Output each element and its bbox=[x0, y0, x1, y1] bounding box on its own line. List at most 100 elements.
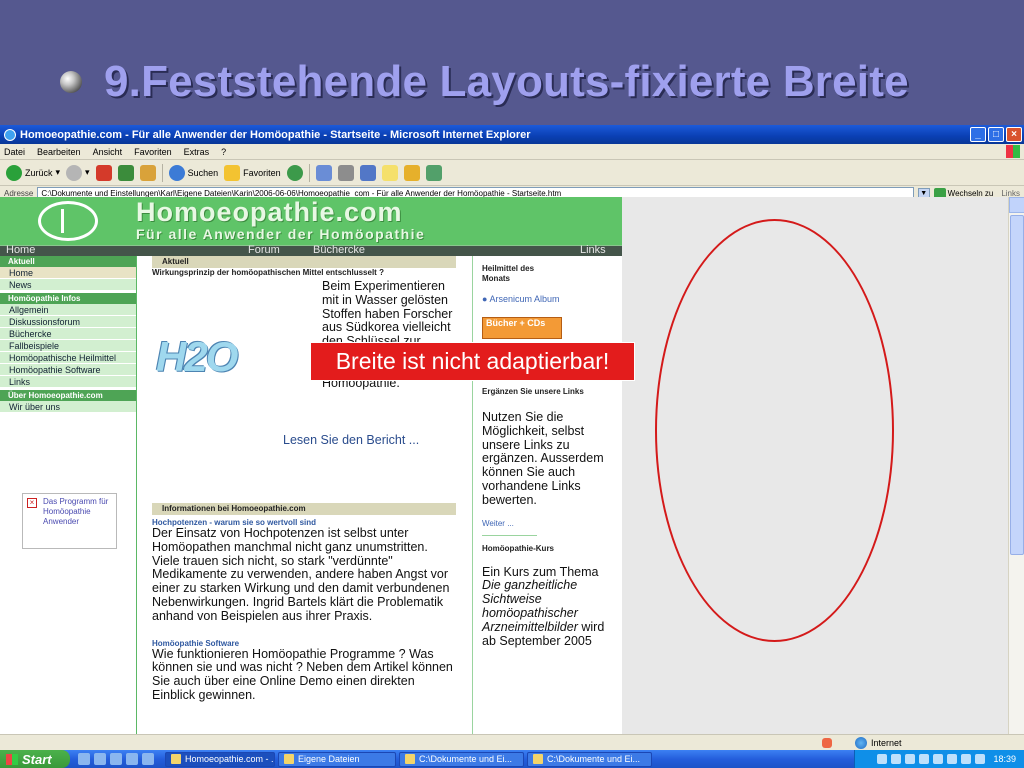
bullet-icon bbox=[60, 71, 82, 93]
research-icon[interactable] bbox=[403, 164, 420, 181]
print-icon[interactable] bbox=[337, 164, 354, 181]
taskbar-item-folder[interactable]: C:\Dokumente und Ei... bbox=[399, 751, 524, 767]
left-nav-news[interactable]: News bbox=[0, 279, 136, 291]
toolbar-separator bbox=[161, 163, 163, 182]
remedy-link[interactable]: ● Arsenicum Album bbox=[482, 294, 612, 305]
nav-section-head: Homöopathie Infos bbox=[0, 293, 136, 304]
close-button[interactable]: × bbox=[1006, 127, 1022, 142]
left-nav-home[interactable]: Home bbox=[0, 267, 136, 279]
missing-image-alt: Das Programm für Homöopathie Anwender bbox=[43, 497, 109, 526]
nav-forum[interactable]: Forum bbox=[248, 244, 280, 256]
main-column: Aktuell Wirkungsprinzip der homöopathisc… bbox=[152, 256, 456, 703]
quicklaunch-icon[interactable] bbox=[142, 753, 154, 765]
system-tray: 18:39 bbox=[854, 750, 1024, 768]
quicklaunch-icon[interactable] bbox=[78, 753, 90, 765]
maximize-button[interactable]: □ bbox=[988, 127, 1004, 142]
favorites-button[interactable]: Favoriten bbox=[224, 164, 281, 181]
teaser-link[interactable]: Lesen Sie den Bericht ... bbox=[283, 433, 419, 447]
quicklaunch-icon[interactable] bbox=[110, 753, 122, 765]
back-button[interactable]: Zurück ▾ bbox=[6, 164, 60, 181]
favorites-label: Favoriten bbox=[243, 167, 281, 178]
left-nav-wir-ueber-uns[interactable]: Wir über uns bbox=[0, 401, 136, 413]
folder-icon bbox=[284, 754, 294, 764]
ie-icon bbox=[171, 754, 181, 764]
buecher-banner[interactable]: Bücher + CDs bbox=[482, 317, 562, 339]
task-label: C:\Dokumente und Ei... bbox=[419, 754, 513, 764]
callout-box: Breite ist nicht adaptierbar! bbox=[310, 342, 635, 381]
tray-icon[interactable] bbox=[919, 754, 930, 764]
start-button[interactable]: Start bbox=[0, 750, 70, 768]
weiter-link[interactable]: Weiter ... bbox=[482, 518, 612, 529]
site-header: Homoeopathie.com Für alle Anwender der H… bbox=[0, 197, 622, 245]
nav-links[interactable]: Links bbox=[580, 244, 606, 256]
left-nav-diskussionsforum[interactable]: Diskussionsforum bbox=[0, 316, 136, 328]
taskbar-item-folder[interactable]: C:\Dokumente und Ei... bbox=[527, 751, 652, 767]
mail-icon[interactable] bbox=[315, 164, 332, 181]
home-icon[interactable] bbox=[139, 164, 156, 181]
kurs-text-a: Ein Kurs zum Thema bbox=[482, 564, 599, 579]
search-label: Suchen bbox=[187, 167, 219, 178]
menu-extras[interactable]: Extras bbox=[184, 147, 210, 157]
website: Homoeopathie.com Für alle Anwender der H… bbox=[0, 197, 622, 734]
highlight-ellipse bbox=[655, 219, 894, 642]
nav-home[interactable]: Home bbox=[6, 244, 35, 256]
scroll-up-button[interactable] bbox=[1009, 197, 1024, 213]
zone-label: Internet bbox=[871, 738, 902, 748]
menu-help[interactable]: ? bbox=[221, 147, 226, 157]
ie-icon bbox=[4, 128, 16, 141]
software-text: Wie funktionieren Homöopathie Programme … bbox=[152, 646, 453, 702]
minimize-button[interactable]: _ bbox=[970, 127, 986, 142]
history-icon[interactable] bbox=[286, 164, 303, 181]
box-heading-aktuell: Aktuell bbox=[152, 256, 456, 268]
forward-arrow-icon bbox=[66, 164, 83, 181]
menu-bearbeiten[interactable]: Bearbeiten bbox=[37, 147, 81, 157]
left-nav-heilmittel[interactable]: Homöopathische Heilmittel bbox=[0, 352, 136, 364]
left-nav-software[interactable]: Homöopathie Software bbox=[0, 364, 136, 376]
menu-datei[interactable]: Datei bbox=[4, 147, 25, 157]
messenger-icon[interactable] bbox=[425, 164, 442, 181]
menu-favoriten[interactable]: Favoriten bbox=[134, 147, 172, 157]
slide-title: 9.Feststehende Layouts-fixierte Breite bbox=[60, 52, 909, 112]
nav-section-head: Über Homoeopathie.com bbox=[0, 390, 136, 401]
tray-icon[interactable] bbox=[961, 754, 972, 764]
tray-icon[interactable] bbox=[905, 754, 916, 764]
box-heading-informationen: Informationen bei Homoeopathie.com bbox=[152, 503, 456, 515]
tray-icon[interactable] bbox=[975, 754, 986, 764]
clock[interactable]: 18:39 bbox=[993, 754, 1016, 764]
notes-icon[interactable] bbox=[381, 164, 398, 181]
nav-buechercke[interactable]: Büchercke bbox=[313, 244, 365, 256]
left-nav-links[interactable]: Links bbox=[0, 376, 136, 388]
left-nav-allgemein[interactable]: Allgemein bbox=[0, 304, 136, 316]
h2o-image: H2O bbox=[156, 333, 238, 380]
taskbar-item-ie[interactable]: Homoeopathie.com - ... bbox=[165, 751, 275, 767]
stop-icon[interactable] bbox=[95, 164, 112, 181]
tray-icon[interactable] bbox=[877, 754, 888, 764]
search-button[interactable]: Suchen bbox=[168, 164, 219, 181]
taskbar-item-folder[interactable]: Eigene Dateien bbox=[278, 751, 396, 767]
menu-ansicht[interactable]: Ansicht bbox=[93, 147, 123, 157]
forward-button[interactable]: ▾ bbox=[66, 164, 90, 181]
remedy-label: Arsenicum Album bbox=[489, 294, 560, 304]
refresh-icon[interactable] bbox=[117, 164, 134, 181]
slide-heading: 9.Feststehende Layouts-fixierte Breite bbox=[104, 57, 909, 106]
vertical-scrollbar[interactable] bbox=[1008, 197, 1024, 734]
left-nav-buechercke[interactable]: Büchercke bbox=[0, 328, 136, 340]
site-logo-icon[interactable] bbox=[38, 201, 98, 241]
missing-image[interactable]: × Das Programm für Homöopathie Anwender bbox=[22, 493, 117, 549]
quick-launch bbox=[70, 753, 162, 765]
scroll-thumb[interactable] bbox=[1010, 215, 1024, 555]
windows-logo-icon bbox=[1006, 145, 1020, 158]
divider bbox=[482, 534, 537, 536]
kurs-text: Ein Kurs zum Thema Die ganzheitliche Sic… bbox=[482, 564, 612, 649]
quicklaunch-icon[interactable] bbox=[126, 753, 138, 765]
aktuell-subtitle: Wirkungsprinzip der homöopathischen Mitt… bbox=[152, 268, 384, 277]
left-nav-fallbeispiele[interactable]: Fallbeispiele bbox=[0, 340, 136, 352]
edit-icon[interactable] bbox=[359, 164, 376, 181]
status-icon bbox=[822, 738, 832, 748]
tray-icon[interactable] bbox=[947, 754, 958, 764]
quicklaunch-icon[interactable] bbox=[94, 753, 106, 765]
site-tagline: Für alle Anwender der Homöopathie bbox=[136, 226, 426, 242]
tray-icon[interactable] bbox=[891, 754, 902, 764]
tray-icon[interactable] bbox=[933, 754, 944, 764]
window-titlebar[interactable]: Homoeopathie.com - Für alle Anwender der… bbox=[0, 125, 1024, 144]
